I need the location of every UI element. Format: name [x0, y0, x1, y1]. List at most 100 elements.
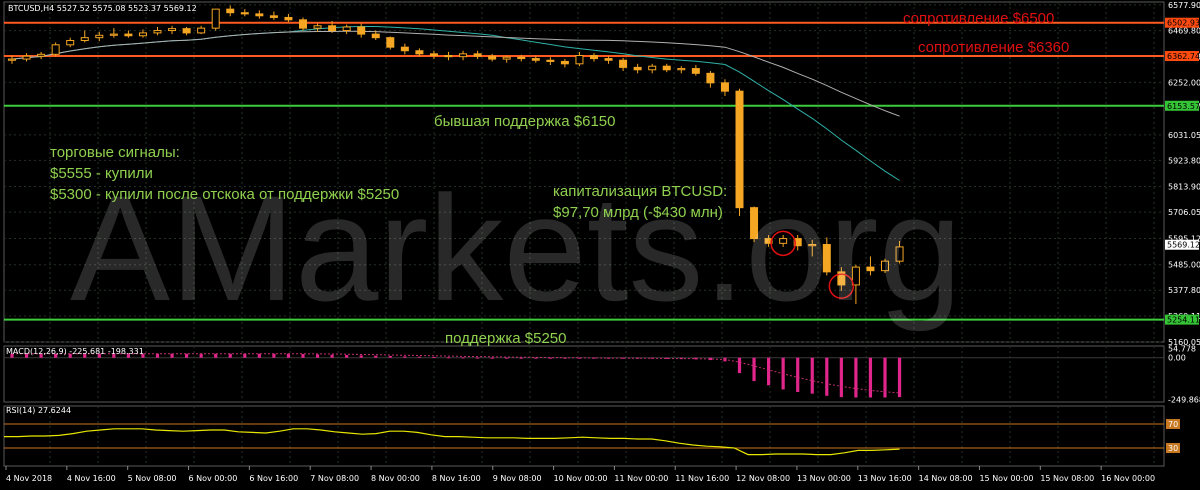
- rsi-indicator: [4, 423, 1164, 456]
- macd-bar: [199, 353, 203, 358]
- time-axis-label: 16 Nov 00:00: [1101, 474, 1155, 483]
- candle-body: [182, 28, 191, 34]
- candle-body: [706, 72, 715, 84]
- macd-bar: [519, 357, 523, 359]
- price-axis-label: 5706.05: [1168, 208, 1200, 217]
- macd-bar: [446, 357, 451, 359]
- macd-bar: [388, 356, 392, 358]
- price-tag-text: 5569.12: [1167, 241, 1200, 250]
- cap-title: капитализация BTCUSD:: [553, 183, 728, 200]
- resistance-6500-label: сопротивление $6500: [903, 10, 1055, 27]
- candle-body: [429, 53, 438, 56]
- macd-bar: [505, 357, 509, 359]
- candle-body: [677, 68, 686, 71]
- time-axis-label: 12 Nov 08:00: [736, 474, 790, 483]
- price-axis-label: 6252.00: [1168, 78, 1200, 87]
- candle-body: [633, 66, 642, 71]
- rsi-header: RSI(14) 27.6244: [6, 406, 72, 415]
- candle-body: [619, 59, 628, 68]
- candle-body: [488, 55, 497, 60]
- macd-histogram: [4, 353, 1164, 398]
- ma-slow-line: [11, 30, 900, 117]
- macd-bar: [170, 353, 174, 358]
- candle-body: [299, 19, 307, 29]
- candle-body: [546, 59, 555, 62]
- candle-body: [604, 58, 613, 61]
- candle-body: [80, 37, 89, 42]
- time-axis-label: 5 Nov 08:00: [128, 474, 177, 483]
- macd-bar: [301, 354, 305, 358]
- macd-bar: [417, 356, 421, 358]
- macd-bar: [315, 354, 320, 358]
- candle-body: [153, 30, 162, 34]
- time-axis-label: 8 Nov 16:00: [432, 474, 481, 483]
- time-axis-label: 15 Nov 00:00: [979, 474, 1033, 483]
- macd-bar: [752, 357, 756, 382]
- time-axis-label: 7 Nov 08:00: [310, 474, 359, 483]
- candle-body: [328, 25, 337, 32]
- candle-body: [444, 54, 453, 58]
- time-axis-label: 15 Nov 08:00: [1040, 474, 1094, 483]
- macd-axis-label: 54.778: [1168, 345, 1196, 354]
- macd-axis-label: -249.868: [1168, 395, 1200, 404]
- macd-bar: [345, 355, 349, 358]
- macd-bar: [359, 355, 363, 358]
- macd-bar: [214, 353, 218, 358]
- former-support-label: бывшая поддержка $6150: [434, 113, 616, 130]
- macd-bar: [825, 357, 829, 396]
- candle-body: [255, 13, 264, 17]
- panel-border: [3, 345, 1165, 403]
- candle-body: [51, 44, 60, 55]
- candle-body: [313, 25, 322, 29]
- macd-signal-line: [12, 353, 900, 394]
- candle-body: [473, 53, 482, 57]
- time-axis-label: 9 Nov 08:00: [493, 474, 542, 483]
- support-5250-label: поддержка $5250: [445, 330, 567, 347]
- rsi-line: [4, 428, 900, 456]
- time-axis-label: 6 Nov 00:00: [189, 474, 238, 483]
- candle-body: [517, 56, 526, 60]
- macd-bar: [796, 357, 800, 392]
- panel-border: [3, 405, 1165, 467]
- macd-bar: [374, 355, 378, 358]
- candle-body: [648, 65, 657, 71]
- macd-bar: [228, 353, 232, 358]
- macd-axis-label: 0.00: [1168, 354, 1186, 363]
- price-axis-label: 6469.80: [1168, 27, 1200, 36]
- price-axis-label: 6577.90: [1168, 1, 1200, 10]
- macd-bar: [461, 357, 465, 359]
- macd-bar: [868, 357, 873, 398]
- macd-bar: [767, 357, 771, 386]
- candle-body: [284, 16, 293, 21]
- candle-body: [124, 33, 133, 37]
- signal-2: $5300 - купили после отскока от поддержк…: [50, 186, 400, 203]
- candle-body: [66, 40, 75, 46]
- candle-body: [168, 28, 177, 32]
- macd-bar: [897, 357, 902, 398]
- candle-body: [459, 53, 468, 58]
- price-axis-label: 5923.80: [1168, 156, 1200, 165]
- cap-value: $97,70 млрд (-$430 млн): [553, 204, 723, 221]
- candle-body: [37, 53, 46, 57]
- price-tag-text: 6502.93: [1167, 19, 1200, 28]
- candle-body: [226, 8, 235, 14]
- price-axis-label: 5485.00: [1168, 261, 1200, 270]
- candle-body: [662, 65, 671, 71]
- macd-bar: [257, 353, 261, 358]
- rsi-axis-label: 70: [1168, 420, 1178, 429]
- candle-body: [95, 34, 104, 39]
- candle-body: [502, 56, 511, 60]
- price-tag-text: 6153.57: [1167, 102, 1200, 111]
- candle-body: [371, 33, 380, 39]
- candle-body: [415, 50, 424, 55]
- time-axis-label: 6 Nov 16:00: [249, 474, 298, 483]
- macd-bar: [272, 353, 276, 358]
- time-axis-label: 14 Nov 08:00: [919, 474, 973, 483]
- price-chart: 6577.906469.806360.746252.006153.576031.…: [3, 1, 1200, 483]
- macd-bar: [854, 357, 858, 398]
- candle-body: [8, 58, 16, 61]
- main-header: BTCUSD,H4 5527.52 5575.08 5523.37 5569.1…: [8, 4, 197, 13]
- candle-body: [531, 58, 540, 61]
- time-axis-label: 4 Nov 16:00: [67, 474, 116, 483]
- candle-body: [400, 46, 409, 52]
